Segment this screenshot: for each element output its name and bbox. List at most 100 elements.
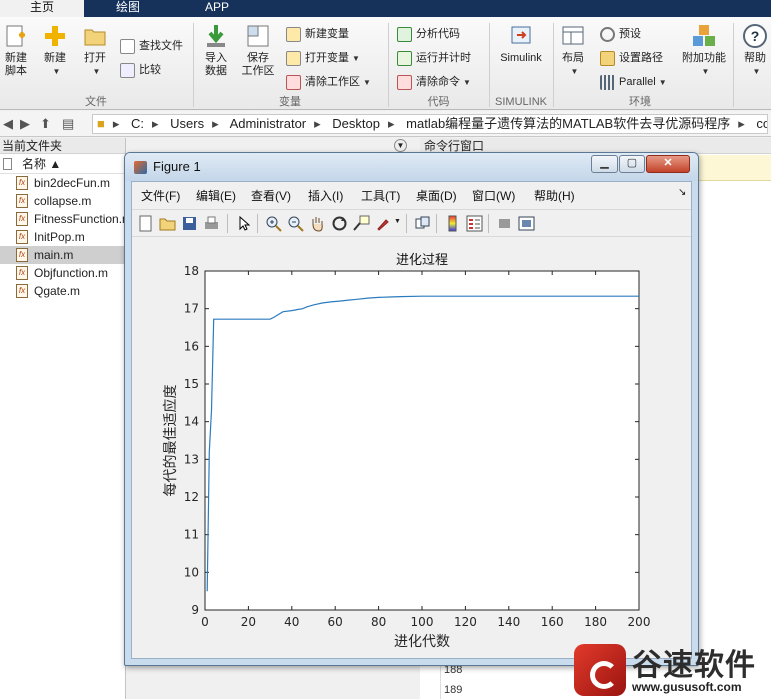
menu-window[interactable]: 窗口(W) bbox=[472, 187, 515, 204]
data-cursor-icon[interactable] bbox=[353, 215, 370, 232]
figure-titlebar[interactable]: Figure 1 ▁ ▢ ✕ bbox=[125, 153, 698, 181]
legend-icon[interactable] bbox=[466, 215, 483, 232]
path-segment[interactable]: Users bbox=[170, 116, 204, 131]
help-dropdown-icon[interactable]: ▼ bbox=[753, 67, 761, 76]
open-file-icon[interactable] bbox=[159, 215, 176, 232]
file-item[interactable]: fx bin2decFun.m bbox=[0, 174, 125, 192]
show-plot-tools-icon[interactable] bbox=[518, 215, 535, 232]
open-button[interactable]: 打开 ▼ bbox=[80, 23, 110, 78]
path-segment[interactable]: code bbox=[756, 116, 767, 131]
close-button[interactable]: ✕ bbox=[646, 155, 690, 173]
compare-button[interactable]: 比较 bbox=[120, 61, 161, 79]
import-data-label: 导入 数据 bbox=[205, 52, 227, 77]
brush-dropdown-icon[interactable]: ▼ bbox=[394, 218, 401, 225]
clear-workspace-button[interactable]: 清除工作区 ▼ bbox=[286, 73, 371, 91]
path-segment[interactable]: Administrator bbox=[230, 116, 307, 131]
plot-svg[interactable]: 0 20 40 60 80 100 120 140 160 180 200 9 10 11 12 13 14 15… bbox=[132, 238, 691, 658]
save-icon[interactable] bbox=[181, 215, 198, 232]
file-name: FitnessFunction.m bbox=[34, 212, 125, 226]
name-column-label: 名称 ▲ bbox=[22, 157, 62, 171]
save-workspace-button[interactable]: 保存 工作区 bbox=[240, 23, 276, 78]
figure-canvas[interactable]: 0 20 40 60 80 100 120 140 160 180 200 9 10 11 12 13 14 15… bbox=[132, 238, 691, 658]
layout-dropdown-icon[interactable]: ▼ bbox=[571, 67, 579, 76]
clear-workspace-dropdown-icon[interactable]: ▼ bbox=[363, 78, 371, 87]
menu-edit[interactable]: 编辑(E) bbox=[196, 187, 236, 204]
tab-home[interactable]: 主页 bbox=[0, 0, 84, 17]
pointer-icon[interactable] bbox=[235, 215, 252, 232]
open-variable-button[interactable]: 打开变量 ▼ bbox=[286, 49, 360, 67]
folder-path-field[interactable]: ■ ▸ C: ▸ Users ▸ Administrator ▸ Desktop ▸ ma… bbox=[92, 114, 768, 134]
find-files-button[interactable]: 查找文件 bbox=[120, 37, 183, 55]
set-path-label: 设置路径 bbox=[619, 52, 663, 64]
layout-button[interactable]: 布局 ▼ bbox=[558, 23, 588, 78]
toolbar-separator bbox=[257, 214, 258, 233]
panel-menu-chevron-icon[interactable]: ▼ bbox=[394, 139, 407, 152]
new-variable-button[interactable]: 新建变量 bbox=[286, 25, 349, 43]
menu-view[interactable]: 查看(V) bbox=[251, 187, 291, 204]
clear-commands-dropdown-icon[interactable]: ▼ bbox=[463, 78, 471, 87]
path-segment[interactable]: C: bbox=[131, 116, 144, 131]
watermark-logo-icon bbox=[574, 644, 626, 696]
new-button[interactable]: 新建 ▼ bbox=[40, 23, 70, 78]
file-item[interactable]: fx Objfunction.m bbox=[0, 264, 125, 282]
pan-icon[interactable] bbox=[309, 215, 326, 232]
colorbar-icon[interactable] bbox=[444, 215, 461, 232]
menu-insert[interactable]: 插入(I) bbox=[308, 187, 343, 204]
browse-folder-icon[interactable]: ▤ bbox=[62, 116, 74, 132]
file-item-selected[interactable]: fx main.m bbox=[0, 246, 125, 264]
run-and-time-label: 运行并计时 bbox=[416, 52, 471, 64]
hide-plot-tools-icon[interactable] bbox=[496, 215, 513, 232]
back-arrow-icon[interactable]: ◀ bbox=[3, 116, 13, 132]
import-data-button[interactable]: 导入 数据 bbox=[200, 23, 232, 78]
open-variable-label: 打开变量 bbox=[305, 52, 349, 64]
name-column-header[interactable]: 名称 ▲ bbox=[0, 154, 125, 174]
menu-help[interactable]: 帮助(H) bbox=[534, 187, 575, 204]
clear-commands-icon bbox=[397, 74, 412, 90]
new-figure-icon[interactable] bbox=[137, 215, 154, 232]
file-item[interactable]: fx collapse.m bbox=[0, 192, 125, 210]
analyze-code-button[interactable]: 分析代码 bbox=[397, 25, 460, 43]
new-dropdown-icon[interactable]: ▼ bbox=[53, 67, 61, 76]
file-item[interactable]: fx InitPop.m bbox=[0, 228, 125, 246]
help-button[interactable]: ? 帮助 ▼ bbox=[740, 23, 770, 78]
simulink-button[interactable]: Simulink bbox=[494, 23, 548, 65]
open-variable-dropdown-icon[interactable]: ▼ bbox=[352, 54, 360, 63]
menu-tools[interactable]: 工具(T) bbox=[361, 187, 400, 204]
minimize-button[interactable]: ▁ bbox=[591, 155, 618, 173]
link-icon[interactable] bbox=[414, 215, 431, 232]
parallel-dropdown-icon[interactable]: ▼ bbox=[659, 78, 667, 87]
maximize-button[interactable]: ▢ bbox=[619, 155, 645, 173]
run-and-time-button[interactable]: 运行并计时 bbox=[397, 49, 471, 67]
add-ons-button[interactable]: 附加功能 ▼ bbox=[680, 23, 728, 78]
preferences-label: 预设 bbox=[619, 28, 641, 40]
zoom-out-icon[interactable] bbox=[287, 215, 304, 232]
open-dropdown-icon[interactable]: ▼ bbox=[93, 67, 101, 76]
path-segment[interactable]: Desktop bbox=[332, 116, 380, 131]
menubar-dock-arrow-icon[interactable]: ↘ bbox=[678, 187, 686, 198]
add-ons-dropdown-icon[interactable]: ▼ bbox=[702, 67, 710, 76]
zoom-in-icon[interactable] bbox=[265, 215, 282, 232]
brush-icon[interactable] bbox=[375, 215, 392, 232]
rotate-icon[interactable] bbox=[331, 215, 348, 232]
new-script-button[interactable]: 新建 脚本 bbox=[2, 23, 30, 78]
preferences-button[interactable]: 预设 bbox=[600, 25, 641, 43]
file-item[interactable]: fx Qgate.m bbox=[0, 282, 125, 300]
tab-plots[interactable]: 绘图 bbox=[84, 0, 172, 17]
file-name: collapse.m bbox=[34, 194, 92, 208]
gear-icon bbox=[600, 26, 615, 42]
menu-file[interactable]: 文件(F) bbox=[141, 187, 180, 204]
tab-apps[interactable]: APP bbox=[172, 0, 262, 17]
parallel-button[interactable]: Parallel ▼ bbox=[600, 73, 667, 91]
group-label-variable: 变量 bbox=[279, 96, 301, 108]
clear-commands-button[interactable]: 清除命令 ▼ bbox=[397, 73, 471, 91]
figure-window[interactable]: Figure 1 ▁ ▢ ✕ 文件(F) 编辑(E) 查看(V) 插入(I) 工… bbox=[124, 152, 699, 666]
up-folder-icon[interactable]: ⬆ bbox=[40, 116, 51, 132]
forward-arrow-icon[interactable]: ▶ bbox=[20, 116, 30, 132]
menu-desktop[interactable]: 桌面(D) bbox=[416, 187, 457, 204]
figure-title: Figure 1 bbox=[153, 159, 201, 174]
set-path-button[interactable]: 设置路径 bbox=[600, 49, 663, 67]
path-segment[interactable]: matlab编程量子遗传算法的MATLAB软件去寻优源码程序 bbox=[406, 116, 730, 131]
toolbar-separator bbox=[488, 214, 489, 233]
file-item[interactable]: fx FitnessFunction.m bbox=[0, 210, 125, 228]
print-icon[interactable] bbox=[203, 215, 220, 232]
